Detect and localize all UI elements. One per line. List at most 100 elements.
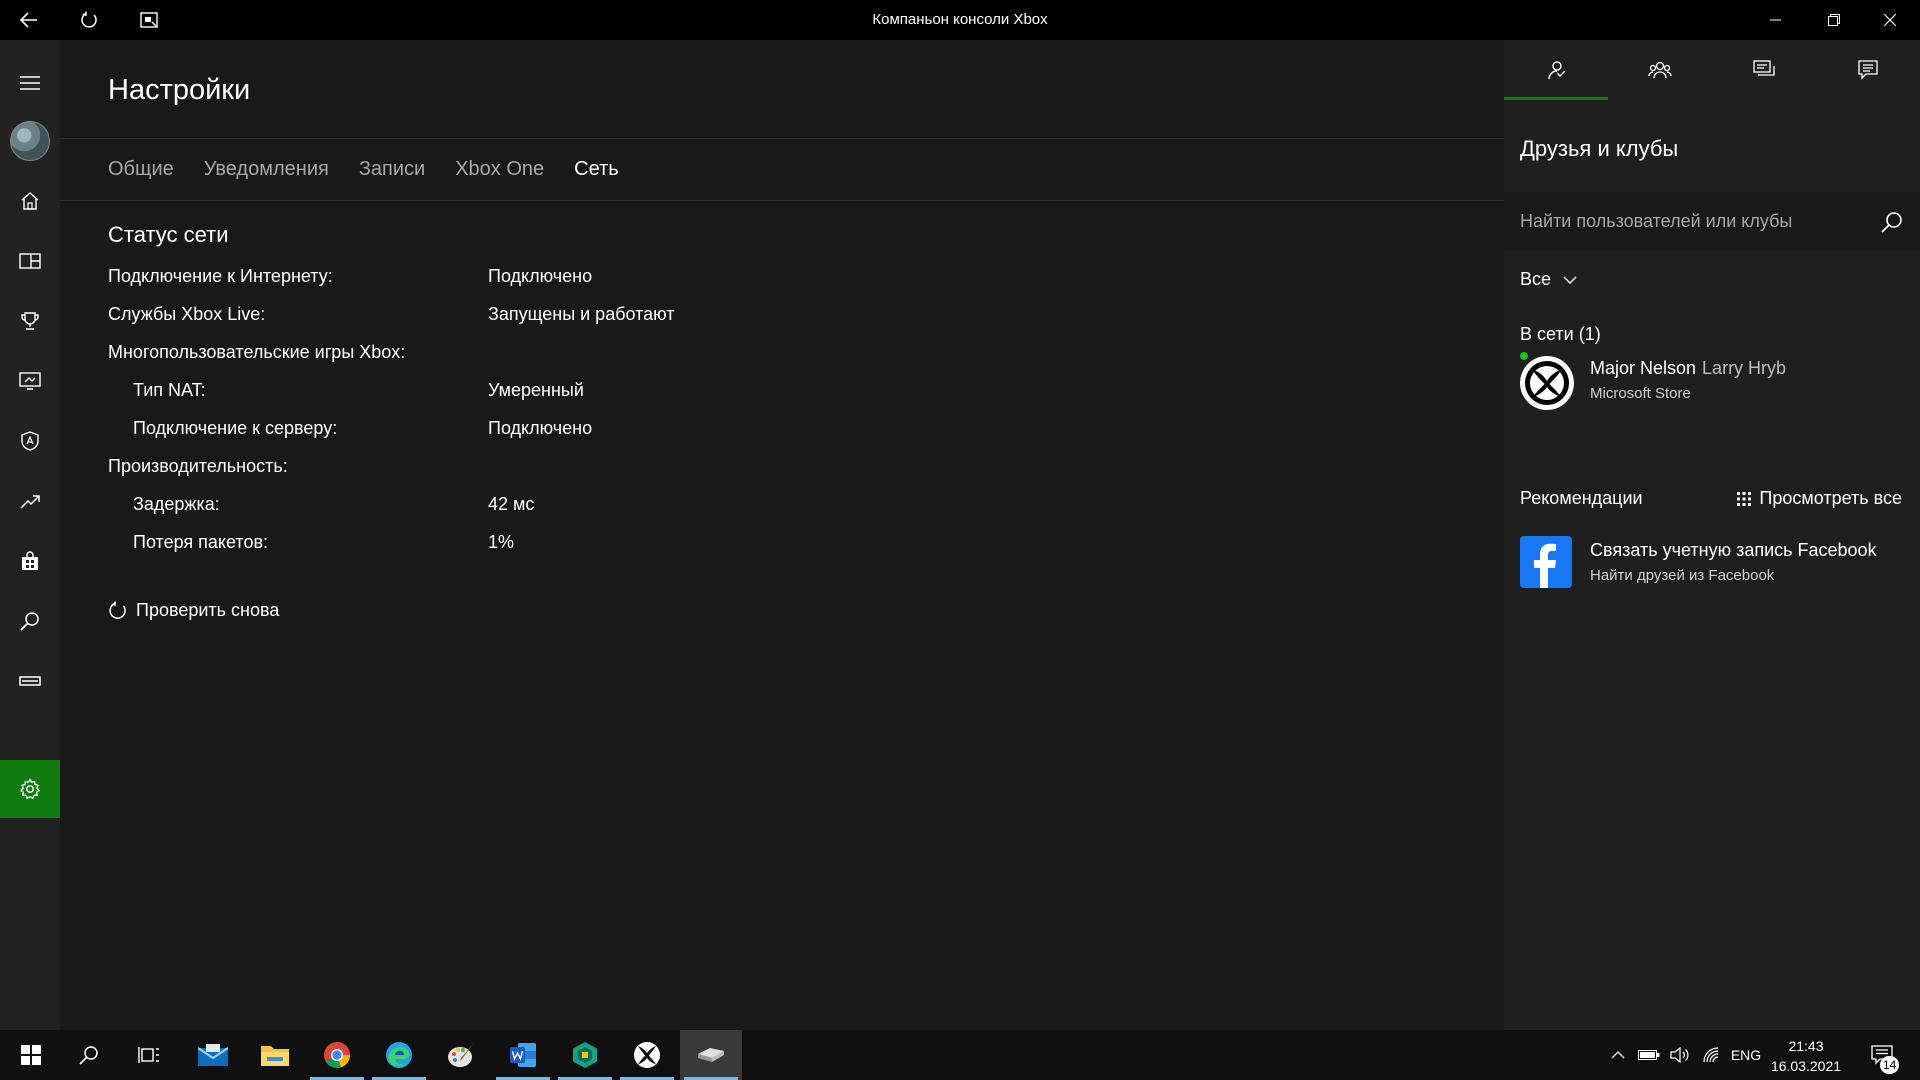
nav-game-dvr[interactable] (0, 352, 60, 410)
minimize-button[interactable] (1746, 0, 1806, 40)
latency-value: 42 мс (488, 494, 535, 514)
nav-trending[interactable] (0, 472, 60, 530)
xbox-console-companion-icon (698, 1048, 724, 1062)
server-connection-value: Подключено (488, 418, 593, 438)
party-icon (1648, 61, 1672, 79)
volume-button[interactable] (1664, 1030, 1696, 1080)
check-again-button[interactable]: Проверить снова (108, 600, 279, 621)
tabs-divider (60, 200, 1504, 201)
friend-real-name: Larry Hryb (1702, 358, 1787, 378)
tab-network[interactable]: Сеть (574, 158, 618, 188)
nav-home[interactable] (0, 172, 60, 230)
view-all-label: Просмотреть все (1759, 488, 1902, 508)
settings-tabs: Общие Уведомления Записи Xbox One Сеть (108, 158, 619, 188)
network-button[interactable] (1696, 1030, 1728, 1080)
xbox-live-services-label: Службы Xbox Live: (108, 304, 266, 324)
tab-party[interactable] (1608, 40, 1712, 100)
taskbar-clock[interactable]: 21:43 16.03.2021 (1760, 1036, 1852, 1076)
taskbar-word[interactable] (492, 1030, 554, 1080)
friend-avatar (1520, 356, 1574, 410)
settings-page: Настройки Общие Уведомления Записи Xbox … (60, 40, 1504, 1030)
battery-button[interactable] (1634, 1030, 1664, 1080)
nav-clubs[interactable] (0, 412, 60, 470)
messages-icon (1753, 60, 1775, 76)
clock-time: 21:43 (1788, 1038, 1824, 1054)
friends-search-input[interactable] (1520, 206, 1860, 236)
task-view-button[interactable] (118, 1030, 180, 1080)
show-hidden-icons-button[interactable] (1602, 1030, 1634, 1080)
refresh-button[interactable] (60, 0, 118, 40)
friend-gamertag: Major Nelson (1590, 358, 1697, 378)
input-language-button[interactable]: ENG (1730, 1030, 1762, 1080)
refresh-icon (81, 11, 97, 28)
settings-gear-icon (19, 778, 41, 800)
friends-filter-dropdown[interactable]: Все (1520, 269, 1577, 290)
search-icon[interactable] (1880, 210, 1904, 234)
tab-xbox-one[interactable]: Xbox One (455, 158, 544, 188)
view-all-button[interactable]: Просмотреть все (1737, 488, 1902, 509)
online-status-dot (1520, 352, 1528, 360)
nat-type-value: Умеренный (488, 380, 584, 400)
friends-icon (1548, 61, 1566, 80)
nav-menu-button[interactable] (0, 54, 60, 112)
close-icon (1884, 14, 1896, 26)
word-icon (510, 1043, 536, 1067)
taskbar-chrome[interactable] (306, 1030, 368, 1080)
nav-console[interactable] (0, 652, 60, 710)
facebook-icon (1520, 536, 1572, 588)
check-again-label: Проверить снова (136, 600, 280, 620)
nav-store[interactable] (0, 532, 60, 590)
tab-notifications[interactable]: Уведомления (204, 158, 329, 188)
grid-icon (1737, 491, 1752, 506)
tab-captures[interactable]: Записи (359, 158, 425, 188)
nav-profile[interactable] (0, 112, 60, 170)
clubs-shield-icon (21, 431, 39, 451)
my-games-icon (19, 253, 41, 269)
start-button[interactable] (0, 1030, 62, 1080)
chrome-icon (324, 1042, 351, 1069)
taskbar-file-explorer[interactable] (244, 1030, 306, 1080)
friends-search-box (1504, 192, 1920, 250)
multiplayer-label: Многопользовательские игры Xbox: (108, 342, 406, 362)
task-view-icon (138, 1047, 159, 1063)
link-facebook-item[interactable]: Связать учетную запись Facebook Найти др… (1520, 536, 1910, 590)
wifi-icon (1703, 1047, 1719, 1063)
taskbar-app[interactable] (554, 1030, 616, 1080)
app-icon (573, 1042, 597, 1068)
friend-name: Major Nelson Larry Hryb (1590, 358, 1786, 379)
close-button[interactable] (1860, 0, 1920, 40)
xbox-live-services-value: Запущены и работают (488, 304, 675, 324)
windows-taskbar: ENG 21:43 16.03.2021 14 (0, 1030, 1920, 1080)
packet-loss-value: 1% (488, 532, 515, 552)
restore-button[interactable] (1804, 0, 1864, 40)
taskbar-edge[interactable] (368, 1030, 430, 1080)
nav-search[interactable] (0, 592, 60, 650)
trending-icon (20, 495, 40, 509)
speaker-icon (1670, 1047, 1689, 1063)
nav-my-games[interactable] (0, 232, 60, 290)
taskbar-xbox-console-companion[interactable] (680, 1030, 742, 1080)
taskbar-mail[interactable] (182, 1030, 244, 1080)
file-explorer-icon (261, 1046, 289, 1066)
tab-messages[interactable] (1712, 40, 1816, 100)
tab-activity[interactable] (1816, 40, 1920, 100)
action-center-button[interactable] (1862, 1030, 1902, 1080)
tab-general[interactable]: Общие (108, 158, 174, 188)
friends-clubs-title: Друзья и клубы (1520, 136, 1679, 161)
stream-icon (140, 12, 158, 28)
battery-icon (1638, 1050, 1660, 1060)
friend-list-item[interactable]: Major Nelson Larry Hryb Microsoft Store (1520, 352, 1910, 416)
taskbar-xbox[interactable] (616, 1030, 678, 1080)
back-arrow-icon (20, 12, 37, 28)
taskbar-paint[interactable] (430, 1030, 492, 1080)
left-navigation (0, 40, 60, 1030)
tab-friends[interactable] (1504, 40, 1608, 100)
clock-date: 16.03.2021 (1770, 1058, 1842, 1074)
taskbar-search-button[interactable] (58, 1030, 120, 1080)
nav-settings[interactable] (0, 760, 60, 818)
achievements-trophy-icon (21, 312, 39, 330)
avatar (10, 121, 50, 161)
back-button[interactable] (0, 0, 58, 40)
stream-button[interactable] (120, 0, 178, 40)
nav-achievements[interactable] (0, 292, 60, 350)
